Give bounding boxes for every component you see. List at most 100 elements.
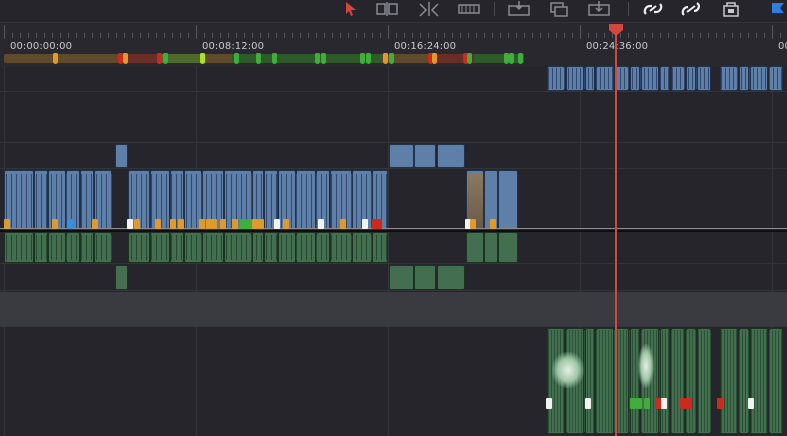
audio-clip[interactable] [150,232,170,263]
video-track-3[interactable] [0,66,787,91]
strip-marker[interactable] [467,53,472,64]
audio-waveform [271,235,272,260]
clip-marker[interactable] [127,219,133,229]
strip-marker[interactable] [509,53,514,64]
clip-edge [737,68,738,89]
clip-marker[interactable] [376,219,382,229]
clip-marker[interactable] [318,219,324,229]
place-on-top-icon[interactable] [586,1,612,19]
video-clip[interactable] [414,144,436,168]
clip-marker[interactable] [490,219,496,229]
clip-marker[interactable] [644,398,650,409]
strip-marker[interactable] [432,53,437,64]
clip-marker[interactable] [52,219,58,229]
strip-marker[interactable] [315,53,320,64]
video-clip[interactable] [389,144,414,168]
video-clip[interactable] [671,66,685,91]
audio-clip[interactable] [437,265,465,290]
snapping-icon[interactable] [640,1,666,19]
strip-marker[interactable] [389,53,394,64]
audio-clip[interactable] [484,232,498,263]
video-clip[interactable] [437,144,465,168]
blade-icon[interactable] [456,1,482,19]
video-track-1[interactable] [0,168,787,230]
clip-marker[interactable] [178,219,184,229]
ruler-tick [404,33,405,38]
clip-marker[interactable] [134,219,140,229]
audio-clip[interactable] [389,265,414,290]
clip-edge [757,68,758,89]
strip-marker[interactable] [518,53,523,64]
video-clip[interactable] [498,170,518,230]
audio-waveform [341,235,342,260]
clip-marker[interactable] [232,219,238,229]
strip-marker[interactable] [383,53,388,64]
strip-marker[interactable] [366,53,371,64]
strip-marker[interactable] [256,53,261,64]
clip-marker[interactable] [199,219,205,229]
audio-clip[interactable] [466,232,484,263]
clip-marker[interactable] [686,398,692,409]
position-lock-icon[interactable] [718,1,744,19]
strip-marker[interactable] [360,53,365,64]
strip-marker[interactable] [157,53,162,64]
audio-track-2[interactable] [0,263,787,290]
clip-marker[interactable] [170,219,176,229]
clip-marker[interactable] [283,219,289,229]
overwrite-icon[interactable] [506,1,532,19]
audio-clip[interactable] [316,232,330,263]
video-clip[interactable] [115,144,128,168]
audio-clip[interactable] [414,265,436,290]
clip-marker[interactable] [340,219,346,229]
strip-marker[interactable] [234,53,239,64]
insert-clip-icon[interactable] [374,1,400,19]
ruler-tick [684,33,685,38]
video-clip[interactable] [585,66,595,91]
clip-marker[interactable] [67,219,73,229]
clip-marker[interactable] [258,219,264,229]
playhead-handle[interactable] [609,24,623,36]
clip-marker[interactable] [748,398,754,409]
strip-marker[interactable] [272,53,277,64]
audio-clip[interactable] [224,232,252,263]
clip-marker[interactable] [636,398,642,409]
timeline-marker-strip[interactable] [0,53,787,65]
timecode-ruler[interactable]: 00:00:00:00 00:08:12:00 00:16:24:00 00:2… [0,22,787,67]
selection-arrow-icon[interactable] [338,1,364,19]
clip-marker[interactable] [274,219,280,229]
audio-clip[interactable] [115,265,128,290]
clip-marker[interactable] [155,219,161,229]
linked-selection-icon[interactable] [678,1,704,19]
clip-marker[interactable] [585,398,591,409]
audio-track-1[interactable] [0,232,787,263]
strip-marker[interactable] [200,53,205,64]
video-clip[interactable] [615,66,629,91]
audio-clip[interactable] [498,232,518,263]
strip-marker[interactable] [163,53,168,64]
audio-clip[interactable] [352,232,372,263]
clip-marker[interactable] [220,219,226,229]
clip-marker[interactable] [92,219,98,229]
strip-marker[interactable] [53,53,58,64]
video-track-2[interactable] [0,142,787,168]
audio-clip[interactable] [252,232,264,263]
clip-marker[interactable] [661,398,667,409]
strip-marker[interactable] [123,53,128,64]
strip-marker[interactable] [321,53,326,64]
clip-edge [632,68,633,89]
ruler-tick [692,33,693,38]
clip-marker[interactable] [211,219,217,229]
playhead-line[interactable] [615,28,617,436]
clip-edge [86,174,87,228]
clip-marker[interactable] [362,219,368,229]
clip-marker[interactable] [4,219,10,229]
audio-clip[interactable] [4,232,34,263]
replace-clip-icon[interactable] [546,1,572,19]
audio-track-3[interactable] [0,326,787,436]
trim-clip-icon[interactable] [416,1,442,19]
flag-icon[interactable] [766,1,787,19]
clip-marker[interactable] [717,398,723,409]
clip-marker[interactable] [546,398,552,409]
clip-marker[interactable] [470,219,476,229]
audio-clip[interactable] [66,232,80,263]
